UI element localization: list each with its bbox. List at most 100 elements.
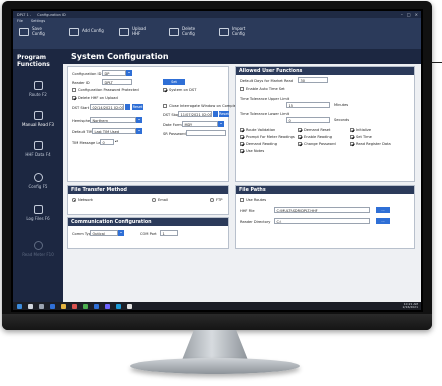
app-icon[interactable] xyxy=(105,303,110,309)
set-time-checkbox[interactable] xyxy=(350,135,354,139)
route-validation-checkbox[interactable] xyxy=(240,128,244,132)
reader-dir-field[interactable]: C:\ xyxy=(274,218,370,224)
hhf-file-field[interactable]: C:\MULTI\SDR\DPLT.HHF xyxy=(274,207,370,213)
monitor-base xyxy=(130,358,300,374)
app-icon[interactable] xyxy=(83,303,88,309)
upload-hhf-button[interactable]: Upload HHF xyxy=(119,26,155,36)
sidebar-item-label: Manual Read F3 xyxy=(22,122,54,127)
close-window-checkbox[interactable] xyxy=(163,104,167,108)
app-icon[interactable] xyxy=(127,303,132,309)
system-on-dst-label: System on DST xyxy=(169,88,197,92)
sidebar-item-manual-read[interactable]: Manual Read F3 xyxy=(13,111,63,127)
default-tim-select[interactable]: Last TIM Used xyxy=(92,128,136,134)
window-doc: Configuration ID xyxy=(37,12,66,17)
chevron-down-icon[interactable] xyxy=(136,117,142,123)
use-notes-checkbox[interactable] xyxy=(240,149,244,153)
import-config-button[interactable]: Import Config xyxy=(219,26,255,36)
prompt-readings-label: Prompt For Meter Readings xyxy=(246,135,295,139)
network-radio[interactable] xyxy=(72,198,76,202)
com-port-field[interactable]: 1 xyxy=(160,230,178,236)
com-port-label: COM Port xyxy=(140,232,157,236)
add-config-button[interactable]: Add Config xyxy=(69,27,105,36)
sr-password-field[interactable] xyxy=(186,130,226,136)
reader-dir-browse-button[interactable]: ... xyxy=(376,218,390,224)
folder-icon[interactable] xyxy=(61,303,66,309)
chevron-down-icon[interactable] xyxy=(136,128,142,134)
reader-id-field[interactable]: DPLT xyxy=(102,79,132,85)
ftp-radio[interactable] xyxy=(210,198,214,202)
chevron-down-icon[interactable] xyxy=(126,70,132,76)
maximize-icon[interactable]: □ xyxy=(407,12,411,17)
date-format-select[interactable]: MDY xyxy=(182,121,218,127)
upper-limit-field[interactable]: 15 xyxy=(286,102,330,108)
manual-read-icon xyxy=(33,111,43,120)
sidebar-item-read-meter: Read Meter F10 xyxy=(13,241,63,257)
sidebar-item-config[interactable]: Config F5 xyxy=(13,173,63,189)
dst-stop-reset-button[interactable]: Reset xyxy=(219,111,229,117)
stepper-arrows-icon[interactable]: ▴▾ xyxy=(115,139,118,143)
config-id-select[interactable]: DP xyxy=(102,70,126,76)
delete-config-button[interactable]: Delete Config xyxy=(169,26,205,36)
minimize-icon[interactable]: – xyxy=(401,12,403,17)
lower-limit-field[interactable]: 0 xyxy=(286,117,330,123)
tim-level-stepper[interactable]: 0 xyxy=(100,139,114,145)
dst-start-label: DST Start xyxy=(72,106,90,110)
upload-hhf-label: Upload HHF xyxy=(132,26,147,36)
dst-stop-field[interactable]: 11/07/2021 02:00 xyxy=(178,111,212,117)
default-days-field[interactable]: 30 xyxy=(298,77,328,83)
enable-auto-time-label: Enable Auto Time Set xyxy=(246,87,285,91)
app-icon[interactable] xyxy=(94,303,99,309)
sr-password-label: SR Password xyxy=(163,132,186,136)
set-password-button[interactable]: Set Password xyxy=(163,79,185,90)
enable-auto-time-checkbox[interactable] xyxy=(240,87,244,91)
default-days-label: Default Days for Market Read xyxy=(240,79,293,83)
change-password-checkbox[interactable] xyxy=(298,142,302,146)
sidebar-item-log-files[interactable]: Log Files F6 xyxy=(13,205,63,221)
taskbar: 10:21 AM 2/16/2021 xyxy=(13,302,421,310)
sidebar-heading: Program Functions xyxy=(17,54,50,68)
email-radio[interactable] xyxy=(152,198,156,202)
start-icon[interactable] xyxy=(17,303,22,309)
initialize-checkbox[interactable] xyxy=(350,128,354,132)
screen: DPLT 1 - Configuration ID – □ × File Set… xyxy=(13,11,421,310)
menu-file[interactable]: File xyxy=(17,19,23,23)
search-icon[interactable] xyxy=(28,303,33,309)
chevron-down-icon[interactable] xyxy=(218,121,224,127)
dst-start-field[interactable]: 02/14/2021 02:00 xyxy=(90,104,124,110)
demand-reset-checkbox[interactable] xyxy=(298,128,302,132)
edge-icon[interactable] xyxy=(50,303,55,309)
demand-reading-checkbox[interactable] xyxy=(240,142,244,146)
chevron-down-icon[interactable] xyxy=(118,230,124,236)
close-icon[interactable]: × xyxy=(415,12,418,17)
hemisphere-select[interactable]: Northern xyxy=(90,117,136,123)
delete-hhf-checkbox[interactable] xyxy=(72,96,76,100)
task-view-icon[interactable] xyxy=(39,303,44,309)
app-icon[interactable] xyxy=(72,303,77,309)
sidebar-item-hhf-data[interactable]: HHF Data F4 xyxy=(13,141,63,157)
comm-type-select[interactable]: Optical xyxy=(90,230,118,236)
ftp-label: FTP xyxy=(216,198,223,202)
app-icon[interactable] xyxy=(116,303,121,309)
system-on-dst-checkbox[interactable] xyxy=(163,88,167,92)
add-config-label: Add Config xyxy=(82,28,104,34)
file-paths-panel: File Paths Use Routes HHF File C:\MULTI\… xyxy=(235,185,415,249)
use-routes-checkbox[interactable] xyxy=(240,198,244,202)
hhf-data-icon xyxy=(33,141,43,150)
taskbar-clock: 10:21 AM 2/16/2021 xyxy=(403,302,418,310)
read-register-checkbox[interactable] xyxy=(350,142,354,146)
config-pw-protected-checkbox[interactable] xyxy=(72,88,76,92)
lower-limit-label: Time Tolerance Lower Limit xyxy=(240,112,290,116)
calendar-icon[interactable] xyxy=(125,104,130,110)
sidebar-item-route[interactable]: Route F2 xyxy=(13,81,63,97)
hhf-browse-button[interactable]: ... xyxy=(376,207,390,213)
enable-reading-checkbox[interactable] xyxy=(298,135,302,139)
save-config-button[interactable]: Save Config xyxy=(19,26,55,36)
menu-settings[interactable]: Settings xyxy=(31,19,45,23)
prompt-readings-checkbox[interactable] xyxy=(240,135,244,139)
calendar-icon[interactable] xyxy=(213,111,218,117)
ribbon: File Settings Save Config Add Config Upl… xyxy=(13,18,421,49)
gear-icon xyxy=(33,173,43,182)
dst-start-reset-button[interactable]: Reset xyxy=(132,104,143,110)
ribbon-buttons: Save Config Add Config Upload HHF Delete… xyxy=(19,26,255,36)
save-config-label: Save Config xyxy=(32,26,45,36)
